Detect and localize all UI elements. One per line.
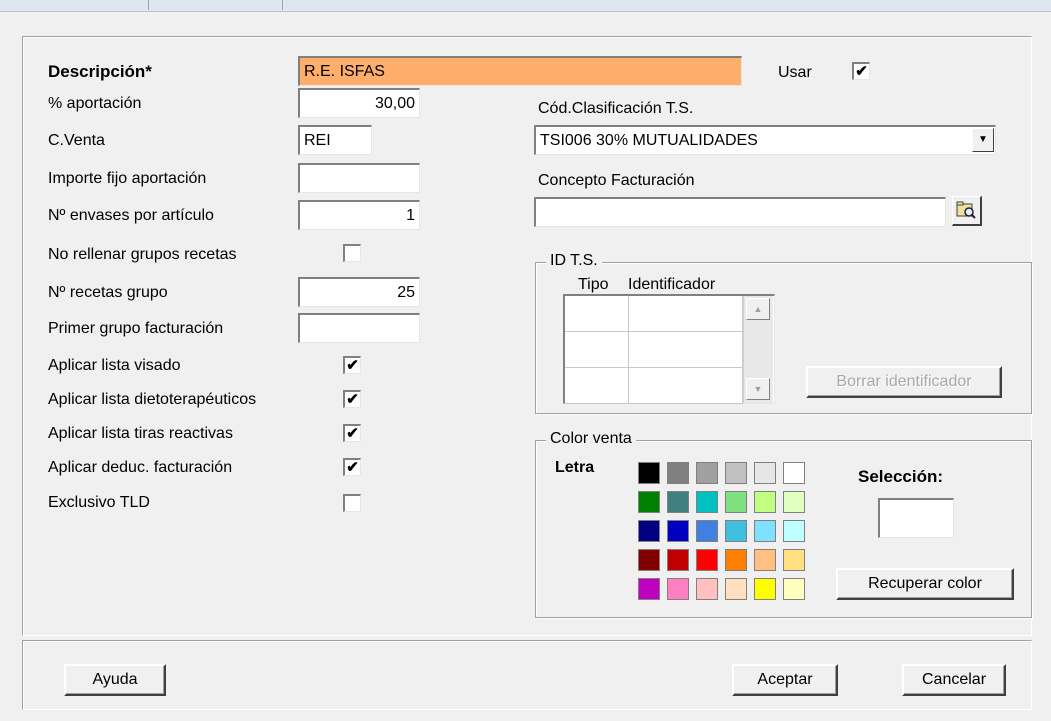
color-swatch[interactable] <box>638 491 660 513</box>
visado-label: Aplicar lista visado <box>48 357 181 374</box>
color-swatch[interactable] <box>754 520 776 542</box>
color-swatch[interactable] <box>667 578 689 600</box>
no-rellenar-label: No rellenar grupos recetas <box>48 246 237 263</box>
color-swatch[interactable] <box>725 578 747 600</box>
cod-clasif-select[interactable]: TSI006 30% MUTUALIDADES ▼ <box>534 125 996 155</box>
visado-checkbox[interactable]: ✔ <box>343 356 361 374</box>
descripcion-input[interactable]: R.E. ISFAS <box>298 56 742 86</box>
color-swatch[interactable] <box>725 462 747 484</box>
cventa-input[interactable]: REI <box>298 125 372 155</box>
footer-panel <box>22 640 1032 710</box>
importe-input[interactable] <box>298 163 420 193</box>
color-swatch[interactable] <box>696 549 718 571</box>
seleccion-label: Selección: <box>858 467 944 486</box>
color-swatch[interactable] <box>783 520 805 542</box>
color-swatch[interactable] <box>667 462 689 484</box>
recetas-grupo-label: Nº recetas grupo <box>48 284 168 301</box>
grid-scrollbar[interactable]: ▲ ▼ <box>743 296 773 403</box>
seleccion-preview <box>878 498 954 538</box>
color-swatch[interactable] <box>783 578 805 600</box>
color-swatch[interactable] <box>754 549 776 571</box>
color-palette <box>638 462 816 604</box>
recetas-grupo-input[interactable]: 25 <box>298 277 420 307</box>
color-swatch[interactable] <box>638 549 660 571</box>
envases-label: Nº envases por artículo <box>48 207 214 224</box>
color-swatch[interactable] <box>783 549 805 571</box>
grid-cell[interactable] <box>629 296 743 332</box>
grid-cell[interactable] <box>629 332 743 368</box>
color-swatch[interactable] <box>667 491 689 513</box>
concepto-input[interactable] <box>534 197 946 227</box>
color-swatch[interactable] <box>783 462 805 484</box>
color-swatch[interactable] <box>725 549 747 571</box>
importe-label: Importe fijo aportación <box>48 170 207 187</box>
idts-legend: ID T.S. <box>546 252 602 270</box>
scroll-down-icon[interactable]: ▼ <box>746 378 770 400</box>
deduc-label: Aplicar deduc. facturación <box>48 459 233 476</box>
idts-grid[interactable]: ▲ ▼ <box>563 294 775 404</box>
color-venta-legend: Color venta <box>546 430 636 448</box>
col-identificador-header: Identificador <box>628 276 716 293</box>
color-swatch[interactable] <box>638 578 660 600</box>
top-tab-strip <box>0 0 1051 12</box>
cod-clasif-label: Cód.Clasificación T.S. <box>538 100 694 117</box>
grid-cell[interactable] <box>565 296 629 332</box>
cventa-label: C.Venta <box>48 132 105 149</box>
color-swatch[interactable] <box>754 462 776 484</box>
color-swatch[interactable] <box>725 520 747 542</box>
tiras-checkbox[interactable]: ✔ <box>343 424 361 442</box>
aceptar-button[interactable]: Aceptar <box>732 664 838 696</box>
aportacion-label: % aportación <box>48 95 142 112</box>
tld-checkbox[interactable] <box>343 494 361 512</box>
color-swatch[interactable] <box>754 491 776 513</box>
color-swatch[interactable] <box>696 462 718 484</box>
grid-cell[interactable] <box>565 368 629 404</box>
borrar-identificador-button[interactable]: Borrar identificador <box>806 366 1002 398</box>
envases-input[interactable]: 1 <box>298 200 420 230</box>
recuperar-color-button[interactable]: Recuperar color <box>836 568 1014 600</box>
col-tipo-header: Tipo <box>578 276 609 293</box>
grid-cell[interactable] <box>565 332 629 368</box>
tiras-label: Aplicar lista tiras reactivas <box>48 425 233 442</box>
tab-separator <box>282 0 283 10</box>
color-swatch[interactable] <box>696 491 718 513</box>
color-swatch[interactable] <box>783 491 805 513</box>
color-swatch[interactable] <box>725 491 747 513</box>
concepto-label: Concepto Facturación <box>538 172 695 189</box>
usar-checkbox[interactable]: ✔ <box>852 62 870 80</box>
grid-cell[interactable] <box>629 368 743 404</box>
color-swatch[interactable] <box>667 520 689 542</box>
tab-separator <box>148 0 149 10</box>
folder-search-icon <box>956 201 976 219</box>
cod-clasif-value: TSI006 30% MUTUALIDADES <box>540 132 758 149</box>
color-swatch[interactable] <box>696 578 718 600</box>
primer-grupo-input[interactable] <box>298 313 420 343</box>
ayuda-button[interactable]: Ayuda <box>64 664 166 696</box>
scroll-up-icon[interactable]: ▲ <box>746 298 770 320</box>
dieto-label: Aplicar lista dietoterapéuticos <box>48 391 257 408</box>
color-swatch[interactable] <box>638 520 660 542</box>
dieto-checkbox[interactable]: ✔ <box>343 390 361 408</box>
cancelar-button[interactable]: Cancelar <box>902 664 1006 696</box>
color-swatch[interactable] <box>754 578 776 600</box>
chevron-down-icon[interactable]: ▼ <box>972 128 994 152</box>
descripcion-label: Descripción* <box>48 62 152 81</box>
no-rellenar-checkbox[interactable] <box>343 244 361 262</box>
deduc-checkbox[interactable]: ✔ <box>343 458 361 476</box>
letra-label: Letra <box>555 459 595 476</box>
primer-grupo-label: Primer grupo facturación <box>48 320 224 337</box>
usar-label: Usar <box>778 64 812 81</box>
color-swatch[interactable] <box>667 549 689 571</box>
color-swatch[interactable] <box>638 462 660 484</box>
aportacion-input[interactable]: 30,00 <box>298 88 420 118</box>
tld-label: Exclusivo TLD <box>48 494 150 511</box>
color-swatch[interactable] <box>696 520 718 542</box>
lookup-button[interactable] <box>952 196 982 226</box>
